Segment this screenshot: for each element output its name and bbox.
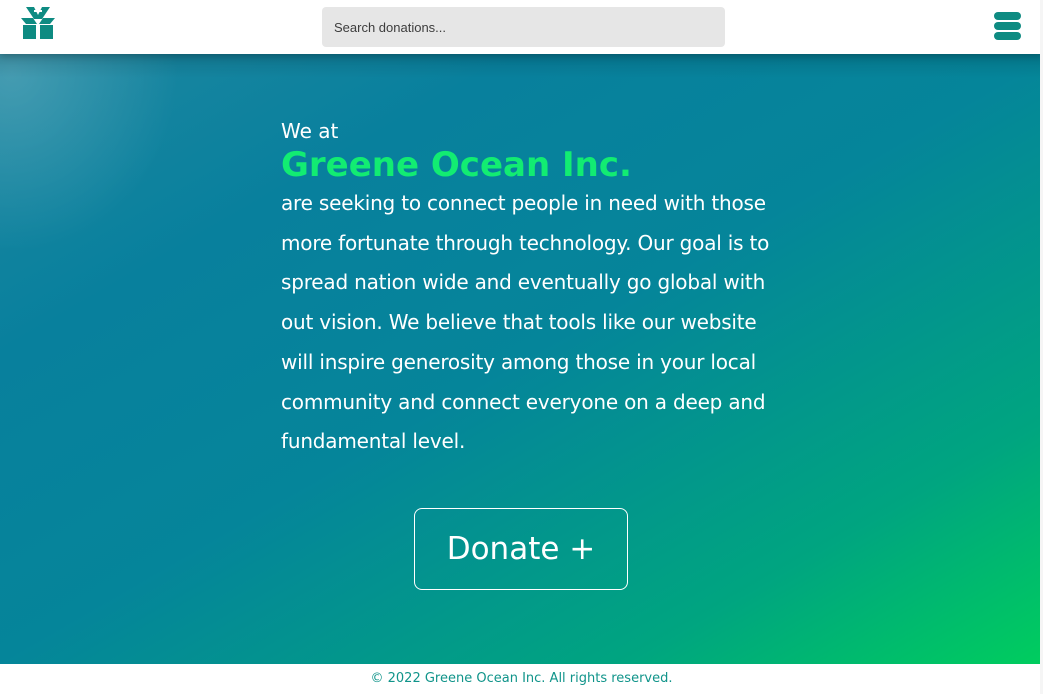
hero-section: We at Greene Ocean Inc. are seeking to c… [0,54,1043,664]
top-navigation-bar [0,0,1043,54]
mission-statement: are seeking to connect people in need wi… [281,191,770,454]
about-section: We at Greene Ocean Inc. are seeking to c… [281,118,771,462]
footer: © 2022 Greene Ocean Inc. All rights rese… [0,664,1043,694]
hamburger-menu-icon[interactable] [994,12,1021,40]
company-name: Greene Ocean Inc. [281,145,632,185]
copyright-text: © 2022 Greene Ocean Inc. All rights rese… [370,671,673,686]
search-input[interactable] [322,7,725,47]
intro-text: We at [281,119,339,143]
gift-box-icon[interactable] [20,5,56,41]
donate-button[interactable]: Donate + [414,508,628,590]
